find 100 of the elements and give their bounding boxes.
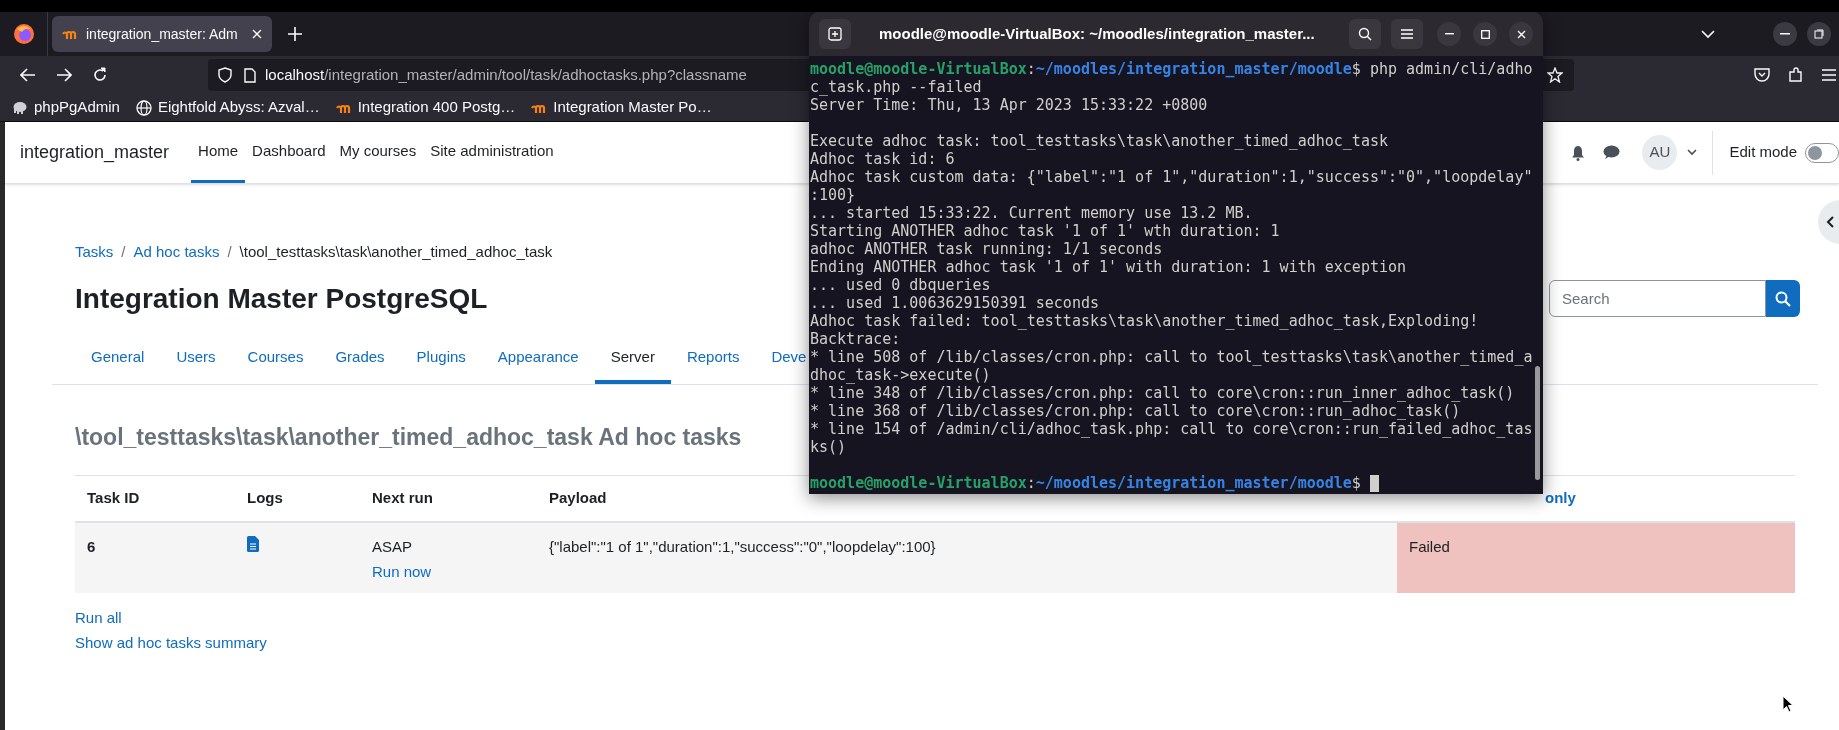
bookmark[interactable]: Integration Master Po… (531, 96, 712, 119)
minimize-button[interactable] (1773, 22, 1797, 46)
terminal-line: ... used 0 dbqueries (810, 276, 992, 294)
chevron-down-icon[interactable] (1687, 149, 1698, 156)
admin-tab[interactable]: Deve (755, 333, 807, 384)
edit-mode-label: Edit mode (1729, 142, 1797, 163)
terminal-line: * line 508 of /lib/classes/cron.php: call to tool_testtasks\task\another_timed_a (810, 348, 1533, 366)
terminal-line: dhoc_task->execute() (810, 366, 992, 384)
link[interactable]: Run all (75, 606, 122, 629)
chevron-left-icon (1826, 216, 1834, 228)
terminal-line: c_task.php --failed (810, 78, 983, 96)
breadcrumb-separator: / (227, 242, 232, 262)
forward-icon[interactable] (56, 68, 72, 82)
admin-tab[interactable]: Users (160, 333, 232, 384)
menu-icon (1401, 29, 1413, 39)
back-icon[interactable] (20, 68, 36, 82)
menu-button[interactable] (1391, 19, 1423, 49)
admin-tab[interactable]: Grades (319, 333, 401, 384)
admin-tab[interactable]: Courses (231, 333, 320, 384)
admin-tab[interactable]: Plugins (400, 333, 482, 384)
maximize-icon (1480, 29, 1490, 39)
mouse-cursor-icon (1782, 695, 1794, 713)
run-now-link[interactable]: Run now (372, 561, 432, 584)
admin-tab[interactable]: General (75, 333, 161, 384)
nav-link[interactable]: My courses (332, 122, 424, 183)
search-icon (1775, 290, 1791, 307)
moodle-icon (62, 28, 78, 40)
bookmark-star-button[interactable] (1543, 59, 1574, 91)
terminal-line: Adhoc task failed: tool_testtasks\task\another_timed_adhoc_task,Exploding! (810, 312, 1480, 330)
filter-link[interactable]: only (1545, 489, 1576, 506)
terminal-line: Server Time: Thu, 13 Apr 2023 15:33:22 +0800 (810, 96, 1209, 114)
bookmark[interactable]: Eightfold Abyss: Azval… (135, 96, 320, 119)
table-cell-text: ASAP (372, 536, 413, 557)
search-field[interactable]: Search (1549, 280, 1766, 317)
terminal-line: ... used 1.0063629150391 seconds (810, 294, 1100, 312)
document-icon[interactable] (247, 535, 259, 552)
page-icon (244, 67, 256, 83)
bell-icon[interactable] (1571, 144, 1586, 161)
terminal-line: Ending ANOTHER adhoc task '1 of 1' with duration: 1 with exception (810, 258, 1408, 276)
reload-icon[interactable] (92, 67, 108, 83)
terminal-line: adhoc ANOTHER task running: 1/1 seconds (810, 240, 1164, 258)
breadcrumb-link[interactable]: Ad hoc tasks (133, 241, 220, 264)
column-header: Payload (548, 487, 608, 508)
close-icon (1516, 29, 1526, 39)
page-title: Integration Master PostgreSQL (75, 281, 488, 316)
column-header: Next run (371, 487, 434, 508)
close-button[interactable] (1509, 22, 1533, 46)
pocket-icon[interactable] (1754, 68, 1770, 82)
column-header: Logs (246, 487, 284, 508)
bookmark[interactable]: phpPgAdmin (12, 96, 120, 119)
restore-icon (1814, 29, 1824, 39)
terminal-line: Starting ANOTHER adhoc task '1 of 1' wth duration: 1 (810, 222, 1281, 240)
restore-button[interactable] (1807, 22, 1831, 46)
browser-tab[interactable]: integration_master: Adm (52, 16, 272, 52)
terminal-line: * line 348 of /lib/classes/cron.php: call to core\cron::run_inner_adhoc_task() (810, 384, 1516, 402)
search-icon (1358, 27, 1372, 41)
bookmark[interactable]: Integration 400 Postg… (335, 96, 516, 119)
column-header: Task ID (86, 487, 141, 508)
status-cell: Failed (1397, 522, 1795, 593)
minimize-icon (1444, 33, 1454, 35)
terminal-line: Execute adhoc task: tool_testtasks\task\another_timed_adhoc_task (810, 132, 1389, 150)
admin-tab[interactable]: Appearance (481, 333, 595, 384)
terminal-line: * line 154 of /admin/cli/adhoc_task.php: call to core\cron::run_failed_adhoc_tas (810, 420, 1533, 438)
terminal-line: :100} (810, 186, 857, 204)
url-text: localhost/integration_master/admin/tool/task/adhoctasks.php?classname (265, 64, 747, 85)
new-tab-icon (828, 27, 842, 41)
user-avatar[interactable]: AU (1642, 135, 1678, 170)
maximize-button[interactable] (1473, 22, 1497, 46)
section-title: \tool_testtasks\task\another_timed_adhoc_task Ad hoc tasks (75, 423, 742, 452)
breadcrumb-link[interactable]: Tasks (75, 241, 114, 264)
close-icon[interactable] (252, 29, 262, 39)
table-cell-text: {"label":"1 of 1","duration":1,"success":"0","loopdelay":100} (548, 536, 937, 557)
link[interactable]: Show ad hoc tasks summary (75, 632, 267, 655)
search-button[interactable] (1349, 19, 1381, 49)
terminal-prompt: moodle@moodle-VirtualBox:~/moodles/integration_master/moodle$ php admin/cli/adho (810, 60, 1533, 78)
admin-tab[interactable]: Server (594, 333, 671, 384)
new-tab-button[interactable] (819, 19, 851, 49)
minimize-button[interactable] (1437, 22, 1461, 46)
terminal-line: Backtrace: (810, 330, 902, 348)
terminal-line: ... started 15:33:22. Current memory use 13.2 MB. (810, 204, 1254, 222)
star-icon (1547, 67, 1563, 83)
nav-link[interactable]: Home (191, 122, 246, 183)
chat-icon[interactable] (1603, 145, 1621, 160)
firefox-icon[interactable] (12, 23, 35, 45)
menu-icon[interactable] (1822, 69, 1836, 81)
nav-link[interactable]: Dashboard (245, 122, 333, 183)
admin-tab[interactable]: Reports (670, 333, 756, 384)
globe-icon (135, 99, 152, 116)
new-tab-icon[interactable] (288, 27, 302, 41)
elephant-icon (12, 100, 28, 115)
terminal-title: moodle@moodle-VirtualBox: ~/moodles/integration_master... (879, 23, 1315, 44)
extensions-icon[interactable] (1788, 67, 1804, 83)
minimize-icon (1780, 33, 1790, 35)
address-bar[interactable]: localhost/integration_master/admin/tool/task/adhoctasks.php?classname (208, 59, 809, 91)
site-name[interactable]: integration_master (20, 139, 170, 166)
search-button[interactable] (1766, 280, 1800, 317)
nav-link[interactable]: Site administration (423, 122, 561, 183)
terminal-line: * line 368 of /lib/classes/cron.php: call to core\cron::run_adhoc_task() (810, 402, 1462, 420)
terminal-line: ks() (810, 438, 848, 456)
terminal-line: Adhoc task custom data: {"label":"1 of 1","duration":1,"success":"0","loopdelay" (810, 168, 1533, 186)
